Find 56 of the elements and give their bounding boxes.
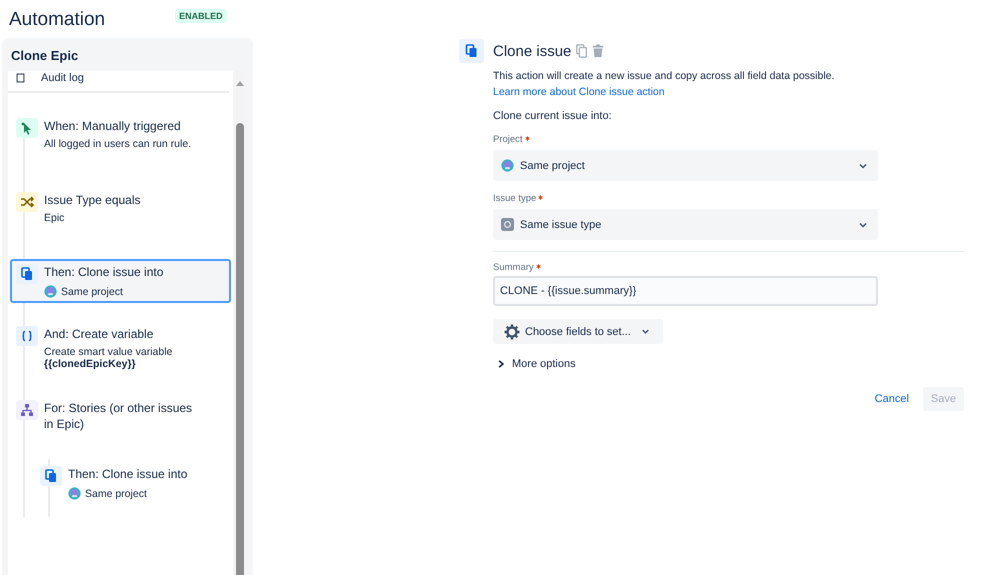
cancel-button[interactable]: Cancel [866, 387, 917, 411]
action-description: This action will create a new issue and copy across all field data possible. Learn more about Clone issue action [493, 69, 836, 100]
page-title: Automation [9, 9, 106, 31]
rule-step[interactable]: For: Stories (or other issues in Epic) [10, 393, 231, 451]
status-lozenge: ENABLED [175, 9, 227, 23]
gear-icon [504, 324, 520, 340]
select-field[interactable]: Same issue type [493, 209, 878, 240]
rule-step[interactable]: When: Manually triggered All logged in users can run rule. [10, 111, 231, 169]
delete-button[interactable] [591, 44, 606, 58]
copy-icon [575, 44, 590, 58]
more-options-toggle[interactable]: More options [493, 358, 576, 370]
duplicate-button[interactable] [575, 44, 590, 58]
section-label: Clone current issue into: [493, 110, 613, 122]
step-description: Epic [44, 212, 66, 224]
field-label: Summary [493, 262, 534, 273]
rule-step[interactable]: Then: Clone issue into Same project [10, 259, 231, 303]
step-title: And: Create variable [44, 326, 154, 342]
chevron-right-icon [496, 359, 506, 369]
project-avatar-icon [44, 285, 57, 298]
select-field[interactable]: Same project [493, 150, 878, 181]
learn-more-link[interactable]: Learn more about Clone issue action [493, 86, 665, 98]
step-title: When: Manually triggered [44, 118, 182, 134]
hierarchy-icon [16, 400, 38, 420]
step-description: {{clonedEpicKey}} [44, 358, 137, 370]
summary-input-field[interactable]: CLONE - {{issue.summary}} [493, 276, 878, 306]
rule-step[interactable]: And: Create variable Create smart value variable {{clonedEpicKey}} [10, 319, 231, 377]
document-icon [16, 73, 25, 83]
copy-icon [40, 466, 62, 486]
project-name: Same project [85, 488, 147, 500]
scrollbar-thumb[interactable] [236, 123, 244, 575]
project-avatar-icon [68, 487, 81, 500]
step-title: Issue Type equals [44, 192, 141, 208]
step-title: For: Stories (or other issues in Epic) [44, 400, 194, 432]
field-label: Project [493, 134, 523, 145]
choose-fields-button[interactable]: Choose fields to set... [493, 319, 663, 344]
project-avatar-icon [501, 159, 514, 172]
step-description: Create smart value variable [44, 346, 172, 358]
scrollbar[interactable] [233, 71, 247, 575]
copy-icon [459, 39, 484, 63]
step-title: Then: Clone issue into [44, 264, 164, 280]
cursor-icon [16, 118, 38, 138]
step-description: All logged in users can run rule. [44, 138, 192, 150]
audit-log-link[interactable]: Audit log [41, 72, 84, 84]
rule-step[interactable]: Then: Clone issue into Same project [34, 459, 231, 517]
trash-icon [591, 44, 606, 58]
issue-type-icon [501, 218, 514, 231]
rule-step[interactable]: Issue Type equals Epic [10, 185, 231, 243]
shuffle-icon [16, 192, 38, 212]
braces-icon [16, 326, 38, 346]
project-name: Same project [61, 286, 123, 298]
action-title: Clone issue [493, 42, 572, 60]
scroll-up-arrow-icon[interactable] [236, 81, 244, 86]
field-label: Issue type [493, 193, 536, 204]
copy-icon [16, 264, 38, 284]
rule-name: Clone Epic [10, 48, 80, 65]
step-title: Then: Clone issue into [68, 466, 188, 482]
